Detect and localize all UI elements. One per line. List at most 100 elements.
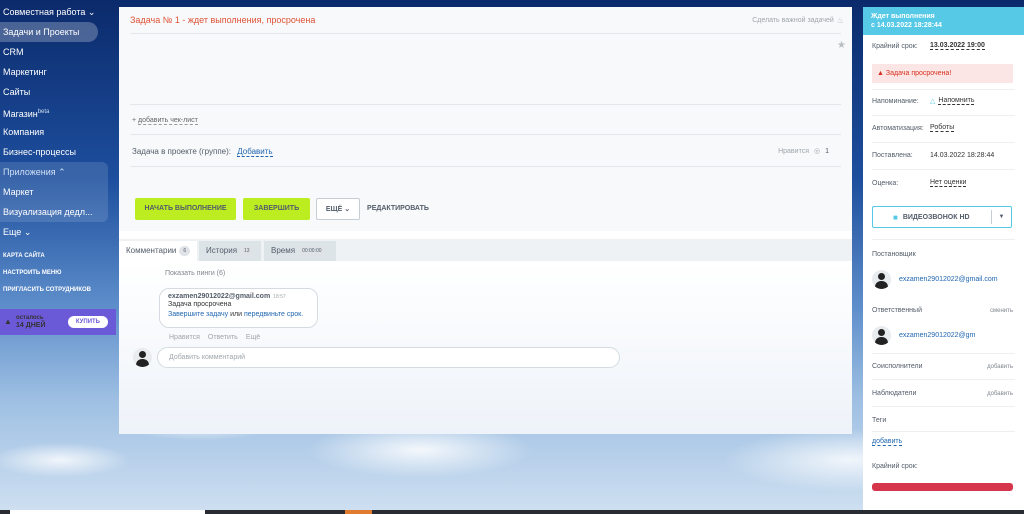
make-important-label: Сделать важной задачей: [752, 17, 834, 24]
trial-days: 14 ДНЕЙ: [16, 322, 46, 329]
add-checklist-label: добавить чек-лист: [138, 117, 198, 125]
comment-like-link[interactable]: Нравится: [169, 334, 200, 341]
move-deadline-link[interactable]: передвиньте срок.: [244, 311, 303, 318]
created-row: Поставлена: 14.03.2022 18:28:44: [872, 152, 1015, 159]
camera-icon: ■: [893, 212, 898, 222]
comment-input[interactable]: Добавить комментарий: [157, 347, 620, 368]
comment-reply-link[interactable]: Ответить: [208, 334, 238, 341]
sidebar-item-deadline-viz[interactable]: Визуализация дедл...: [0, 202, 108, 222]
left-sidebar: Совместная работа ⌄ Задачи и Проекты CRM…: [0, 0, 116, 514]
coexecutors-add-link[interactable]: добавить: [987, 364, 1013, 370]
automation-value[interactable]: Роботы: [930, 124, 955, 132]
tab-badge: 6: [179, 245, 191, 256]
automation-label: Автоматизация:: [872, 124, 924, 132]
observers-add-link[interactable]: добавить: [987, 391, 1013, 397]
divider: [872, 169, 1015, 170]
tab-badge: 13: [240, 245, 254, 256]
likes[interactable]: Нравится ◎ 1: [778, 147, 829, 156]
created-value: 14.03.2022 18:28:44: [930, 152, 995, 159]
sidebar-item-tasks[interactable]: Задачи и Проекты: [0, 22, 98, 42]
rocket-icon: ▲: [4, 317, 12, 326]
edit-button[interactable]: РЕДАКТИРОВАТЬ: [366, 198, 430, 220]
creator-email[interactable]: exzamen29012022@gmail.com: [899, 276, 998, 283]
divider: [872, 431, 1015, 432]
divider: [130, 166, 841, 167]
start-button[interactable]: НАЧАТЬ ВЫПОЛНЕНИЕ: [135, 198, 236, 220]
finish-button[interactable]: ЗАВЕРШИТЬ: [243, 198, 310, 220]
sidebar-item-apps[interactable]: Приложения ⌃: [0, 162, 108, 182]
divider: [872, 353, 1015, 354]
warning-icon: ▲: [877, 70, 884, 77]
make-important-link[interactable]: Сделать важной задачей ♨: [752, 16, 844, 25]
tab-label: Время: [271, 246, 296, 255]
automation-row: Автоматизация: Роботы: [872, 124, 1015, 132]
sidebar-item-company[interactable]: Компания: [0, 122, 116, 142]
taskbar-window[interactable]: [10, 510, 205, 514]
tab-label: История: [206, 246, 238, 255]
divider: [872, 115, 1015, 116]
status-text: Ждет выполнения: [871, 13, 935, 20]
project-add-link[interactable]: Добавить: [237, 147, 273, 157]
fire-icon: ♨: [836, 16, 844, 25]
taskbar-app[interactable]: [345, 510, 372, 514]
more-button[interactable]: ЕЩЁ ⌄: [316, 198, 360, 220]
deadline-row: Крайний срок: 13.03.2022 19:00: [872, 42, 1015, 50]
chevron-down-icon: ⌄: [344, 206, 351, 213]
configure-menu-link[interactable]: НАСТРОИТЬ МЕНЮ: [0, 265, 116, 282]
comment-author[interactable]: exzamen29012022@gmail.com: [168, 293, 270, 300]
observers-title: Наблюдатели: [872, 390, 917, 397]
created-label: Поставлена:: [872, 152, 913, 159]
responsible-user[interactable]: exzamen29012022@gm: [872, 326, 975, 345]
tab-comments[interactable]: Комментарии 6: [119, 241, 197, 261]
rating-value[interactable]: Нет оценки: [930, 179, 967, 187]
eye-icon: ◎: [813, 148, 821, 155]
reminder-value[interactable]: Напомнить: [938, 97, 975, 105]
creator-user[interactable]: exzamen29012022@gmail.com: [872, 270, 998, 289]
beta-badge: beta: [37, 109, 50, 115]
project-label: Задача в проекте (группе):: [132, 147, 231, 156]
rating-row: Оценка: Нет оценки: [872, 179, 1015, 187]
show-pings-link[interactable]: Показать пинги (6): [165, 270, 225, 277]
coexecutors-title: Соисполнители: [872, 363, 923, 370]
deadline-value[interactable]: 13.03.2022 19:00: [930, 42, 985, 50]
reminder-label: Напоминание:: [872, 97, 919, 105]
sidebar-item-bizproc[interactable]: Бизнес-процессы: [0, 142, 116, 162]
deadline-label: Крайний срок:: [872, 42, 918, 50]
sidebar-item-shop[interactable]: Магазинbeta: [0, 102, 116, 122]
invite-employees-link[interactable]: ПРИГЛАСИТЬ СОТРУДНИКОВ: [0, 282, 116, 299]
sidebar-item-sites[interactable]: Сайты: [0, 82, 116, 102]
responsible-change-link[interactable]: сменить: [990, 308, 1013, 314]
add-checklist-link[interactable]: + добавить чек-лист: [132, 117, 198, 125]
deadline2-title: Крайний срок:: [872, 463, 918, 470]
comment-text: Задача просрочена: [168, 301, 232, 308]
sidebar-item-market[interactable]: Маркет: [0, 182, 108, 202]
sidebar-item-marketing[interactable]: Маркетинг: [0, 62, 116, 82]
chevron-down-icon[interactable]: ▼: [991, 210, 1011, 224]
rating-label: Оценка:: [872, 179, 899, 187]
taskbar: [0, 510, 1024, 514]
sitemap-link[interactable]: КАРТА САЙТА: [0, 248, 116, 265]
responsible-email[interactable]: exzamen29012022@gm: [899, 332, 975, 339]
tab-history[interactable]: История 13: [199, 241, 261, 261]
complete-task-link[interactable]: Завершите задачу: [168, 311, 228, 318]
tags-add-link[interactable]: добавить: [872, 438, 903, 446]
trial-banner: ▲ осталось 14 ДНЕЙ КУПИТЬ: [0, 309, 116, 335]
comment-time: 18:57: [273, 294, 286, 300]
avatar: [133, 348, 152, 367]
divider: [872, 379, 1015, 380]
video-call-button[interactable]: ■ ВИДЕОЗВОНОК HD ▼: [872, 206, 1012, 228]
project-row: Задача в проекте (группе): Добавить: [132, 147, 273, 157]
star-icon[interactable]: ★: [837, 40, 846, 51]
buy-button[interactable]: КУПИТЬ: [67, 316, 108, 328]
task-card: Задача № 1 - ждет выполнения, просрочена…: [119, 7, 852, 434]
sidebar-item-more[interactable]: Еще ⌄: [0, 222, 116, 242]
sidebar-item-crm[interactable]: CRM: [0, 42, 116, 62]
sidebar-apps-group: Приложения ⌃ Маркет Визуализация дедл...: [0, 162, 108, 222]
sidebar-item-collaboration[interactable]: Совместная работа ⌄: [0, 2, 116, 22]
divider: [872, 89, 1015, 90]
overdue-alert: ▲ Задача просрочена!: [872, 64, 1013, 83]
comment-bubble: exzamen29012022@gmail.com 18:57 Задача пр…: [159, 288, 318, 328]
video-call-label: ВИДЕОЗВОНОК HD: [902, 213, 970, 221]
tab-time[interactable]: Время 00:00:00: [264, 241, 336, 261]
comment-more-link[interactable]: Ещё: [246, 334, 260, 341]
